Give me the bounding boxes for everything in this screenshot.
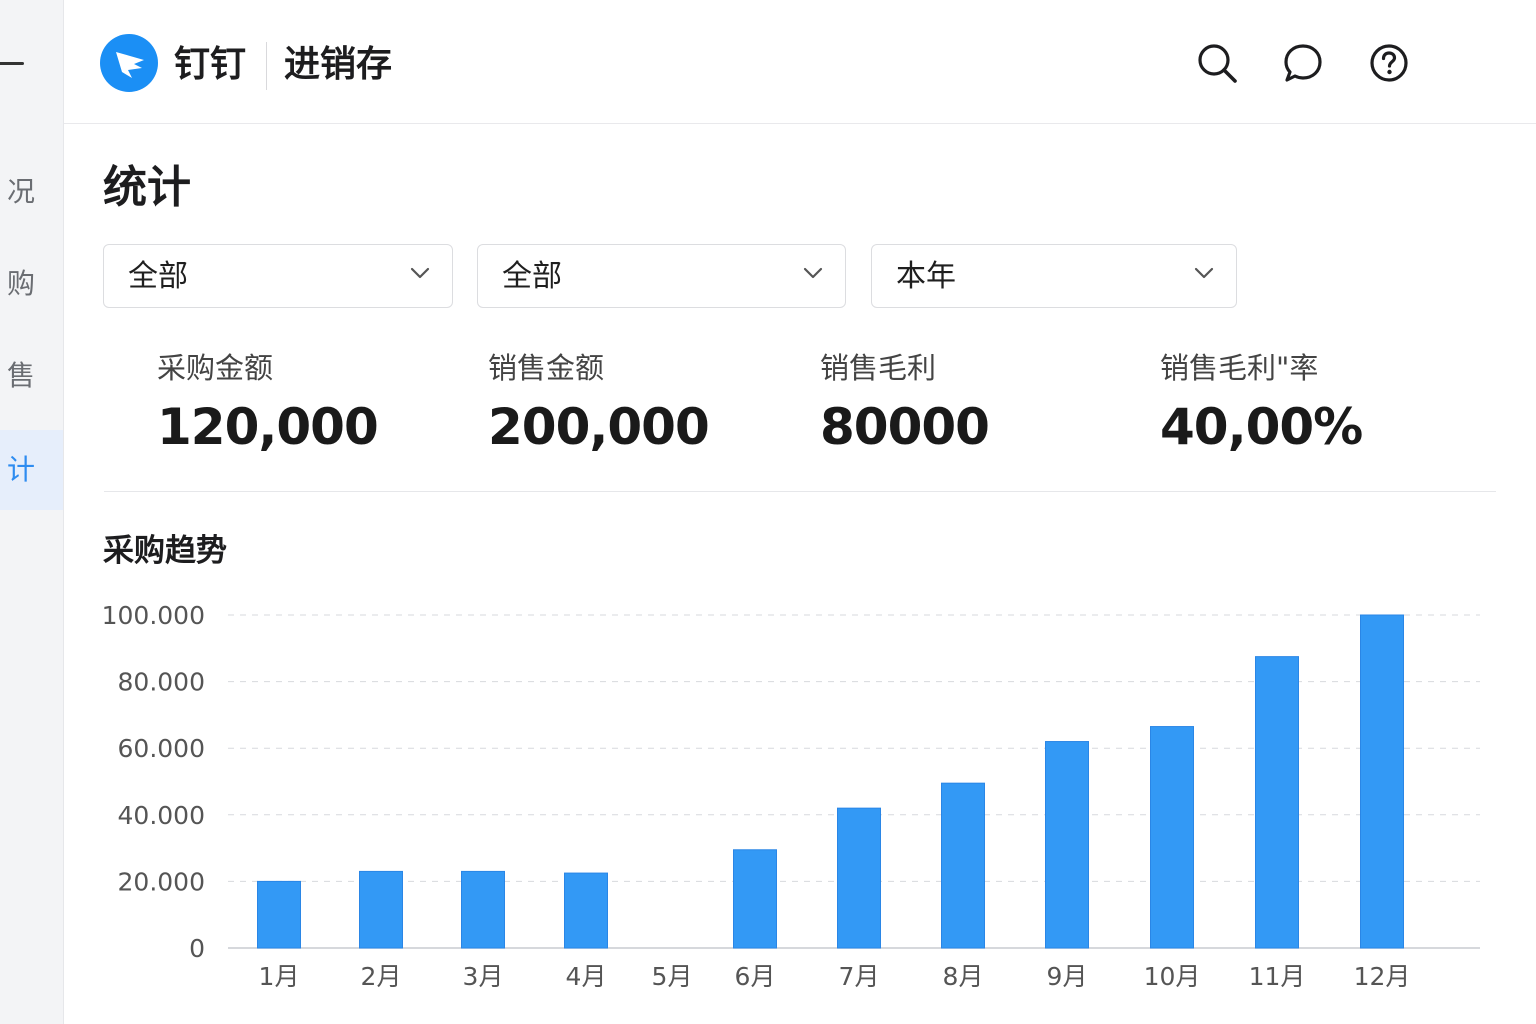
chevron-down-icon	[803, 267, 823, 279]
stat-label: 销售毛利"率	[1160, 351, 1319, 385]
bar	[941, 782, 985, 949]
chevron-down-icon	[410, 267, 430, 279]
brand-name: 钉钉	[174, 44, 247, 85]
collapse-sidebar-icon[interactable]	[0, 62, 24, 65]
x-tick-label: 9月	[1047, 962, 1088, 991]
help-icon[interactable]	[1368, 42, 1410, 84]
sidebar-item-label: 计	[6, 453, 35, 486]
app-header: 钉钉 进销存	[64, 0, 1536, 124]
bar	[1360, 614, 1404, 949]
chart-title: 采购趋势	[103, 533, 227, 569]
x-tick-label: 1月	[259, 962, 300, 991]
purchase-trend-chart: 0 20.000 40.000 60.000 80.000 100.000 1月 2月 3月 4月…	[102, 601, 1480, 991]
category-filter-select[interactable]: 全部	[103, 244, 453, 308]
sidebar-item-overview[interactable]: 况	[0, 152, 63, 232]
sidebar-item-statistics[interactable]: 计	[0, 430, 63, 510]
stat-label: 采购金额	[157, 351, 274, 385]
sidebar-item-purchase[interactable]: 购	[0, 244, 63, 324]
x-tick-label: 8月	[943, 962, 984, 991]
x-tick-label: 7月	[839, 962, 880, 991]
bar	[359, 870, 403, 949]
y-tick-label: 60.000	[118, 734, 205, 763]
x-tick-label: 10月	[1144, 962, 1201, 991]
select-value: 全部	[502, 259, 562, 294]
chat-icon[interactable]	[1282, 42, 1324, 84]
section-divider	[104, 491, 1496, 492]
search-icon[interactable]	[1196, 42, 1238, 84]
stat-label: 销售毛利	[820, 351, 937, 385]
x-tick-label: 4月	[566, 962, 607, 991]
sidebar-item-label: 况	[6, 175, 35, 208]
stat-value: 120,000	[157, 398, 379, 456]
type-filter-select[interactable]: 全部	[477, 244, 846, 308]
bar	[564, 872, 608, 949]
stat-gross-margin: 销售毛利"率 40,00%	[1160, 348, 1363, 458]
stat-value: 200,000	[488, 398, 710, 456]
chevron-down-icon	[1194, 267, 1214, 279]
x-tick-label: 3月	[463, 962, 504, 991]
sidebar-item-label: 购	[6, 267, 35, 300]
stat-value: 80000	[820, 398, 990, 456]
y-tick-label: 80.000	[118, 668, 205, 697]
select-value: 本年	[896, 259, 956, 294]
y-tick-label: 100.000	[102, 601, 205, 630]
x-tick-label: 12月	[1354, 962, 1411, 991]
bar	[257, 880, 301, 949]
sidebar-item-label: 售	[6, 359, 35, 392]
y-tick-label: 20.000	[118, 867, 205, 896]
x-tick-label: 11月	[1249, 962, 1306, 991]
y-tick-label: 40.000	[118, 801, 205, 830]
bar	[733, 849, 777, 949]
page-title: 统计	[103, 162, 191, 213]
dingtalk-logo-icon[interactable]	[100, 34, 158, 92]
sidebar-item-sales[interactable]: 售	[0, 336, 63, 416]
header-divider	[266, 42, 267, 90]
bar	[461, 870, 505, 949]
x-tick-label: 6月	[735, 962, 776, 991]
module-title: 进销存	[284, 44, 393, 85]
select-value: 全部	[128, 259, 188, 294]
stat-sales-amount: 销售金额 200,000	[488, 348, 710, 458]
period-filter-select[interactable]: 本年	[871, 244, 1237, 308]
stat-purchase-amount: 采购金额 120,000	[157, 348, 379, 458]
bar	[837, 807, 881, 949]
stat-label: 销售金额	[488, 351, 605, 385]
y-tick-label: 0	[189, 934, 205, 963]
x-tick-label: 2月	[361, 962, 402, 991]
bar	[1150, 726, 1194, 949]
stat-gross-profit: 销售毛利 80000	[820, 348, 990, 458]
x-tick-label: 5月	[652, 962, 693, 991]
stat-value: 40,00%	[1160, 398, 1363, 456]
bar	[1045, 741, 1089, 949]
bar	[1255, 656, 1299, 949]
